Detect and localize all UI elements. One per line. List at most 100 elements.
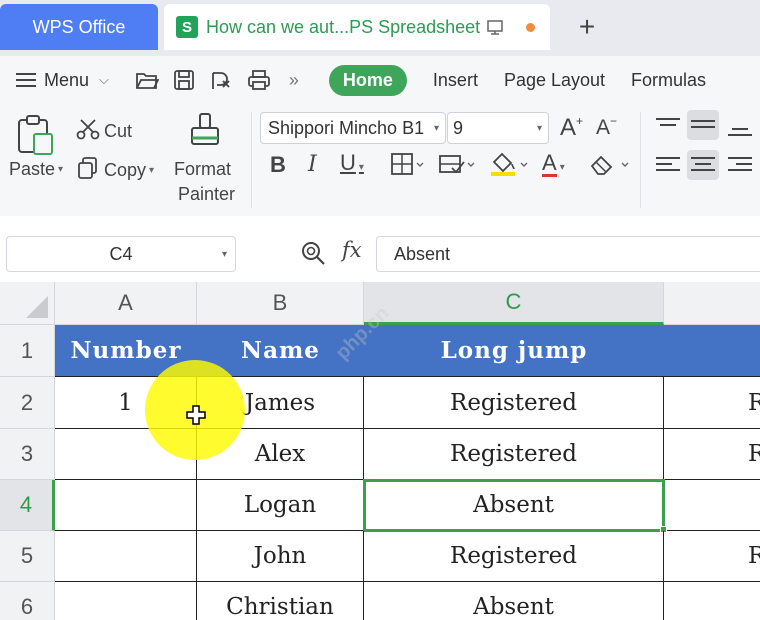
name-box-value: C4	[109, 243, 133, 264]
cell-b5[interactable]: John	[197, 531, 364, 582]
document-title-text: How can we aut...PS Spreadsheet	[206, 16, 481, 37]
formula-bar: C4 ▾ fx Absent	[0, 226, 760, 282]
font-size-value: 9	[453, 117, 464, 138]
print-icon[interactable]	[247, 69, 271, 91]
cell-cursor-icon	[186, 405, 206, 430]
scissors-icon	[76, 118, 100, 145]
underline-label: U	[340, 150, 356, 175]
formula-input[interactable]: Absent	[376, 236, 760, 272]
title-bar: WPS Office S How can we aut...PS Spreads…	[0, 0, 760, 56]
chevron-down-icon: ▾	[536, 122, 542, 134]
monitor-icon[interactable]	[486, 18, 504, 36]
cell-c3[interactable]: Registered	[364, 429, 664, 480]
tab-wps-office[interactable]: WPS Office	[0, 4, 158, 50]
increase-font-button[interactable]: A +	[560, 114, 583, 142]
spreadsheet-grid[interactable]: A B C 1 2 3 4 5 6 Number Name Long jump …	[0, 282, 760, 620]
copy-icon	[78, 157, 98, 184]
row-header-3[interactable]: 3	[0, 429, 55, 480]
insert-function-button[interactable]: fx	[342, 238, 362, 262]
row-header-1[interactable]: 1	[0, 325, 55, 377]
cell-a5[interactable]	[55, 531, 197, 582]
row-header-2[interactable]: 2	[0, 377, 55, 429]
cut-button[interactable]: Cut	[76, 118, 132, 145]
paste-label: Paste	[9, 159, 56, 179]
chevron-down-icon: ▾	[221, 248, 227, 260]
tab-insert[interactable]: Insert	[433, 70, 478, 91]
copy-label: Copy	[104, 160, 147, 180]
cell-d2[interactable]: R	[664, 377, 760, 429]
font-size-select[interactable]: 9 ▾	[447, 112, 549, 144]
ribbon-home: Paste ▾ Cut Copy ▾ Format Painter Shippori…	[0, 104, 760, 216]
row-header-5[interactable]: 5	[0, 531, 55, 582]
cell-d5[interactable]: R	[664, 531, 760, 582]
select-all-corner[interactable]	[0, 282, 55, 325]
chevron-down-icon: ▾	[433, 122, 439, 134]
align-bottom-button[interactable]	[724, 110, 756, 140]
tab-page-layout[interactable]: Page Layout	[504, 70, 605, 91]
increase-font-icon: A	[560, 114, 577, 141]
italic-button[interactable]: I	[308, 152, 317, 177]
cell-d1[interactable]	[664, 325, 760, 377]
new-tab-button[interactable]: +	[570, 10, 604, 44]
column-header-a[interactable]: A	[55, 282, 197, 325]
fill-color-icon[interactable]	[488, 150, 532, 183]
underline-button[interactable]: U ▾	[340, 150, 364, 176]
clear-format-icon[interactable]	[588, 152, 634, 181]
cell-a6[interactable]	[55, 582, 197, 620]
format-painter-label-1[interactable]: Format	[174, 159, 231, 180]
format-painter-label-2[interactable]: Painter	[178, 184, 235, 205]
save-icon[interactable]	[173, 69, 195, 91]
cell-c5[interactable]: Registered	[364, 531, 664, 582]
row-header-4[interactable]: 4	[0, 480, 55, 531]
cell-b4[interactable]: Logan	[197, 480, 364, 531]
align-middle-button[interactable]	[687, 110, 719, 140]
export-icon[interactable]	[209, 69, 233, 91]
decrease-font-button[interactable]: A −	[596, 114, 617, 140]
font-color-button[interactable]: A ▾	[542, 150, 565, 177]
formula-content: Absent	[394, 243, 451, 264]
column-header-b[interactable]: B	[197, 282, 364, 325]
name-box[interactable]: C4 ▾	[6, 236, 236, 272]
open-folder-icon[interactable]	[135, 69, 159, 91]
cell-c4-selected[interactable]: Absent	[363, 479, 665, 532]
copy-button[interactable]: Copy ▾	[78, 157, 154, 184]
cell-c2[interactable]: Registered	[364, 377, 664, 429]
column-header-c[interactable]: C	[364, 282, 664, 325]
align-center-button[interactable]	[687, 150, 719, 180]
align-top-button[interactable]	[652, 110, 684, 140]
spreadsheet-icon: S	[176, 16, 198, 38]
main-menu-button[interactable]: Menu ⌵	[16, 69, 109, 91]
decrease-font-icon: A	[596, 116, 611, 139]
column-header-d[interactable]	[664, 282, 760, 325]
format-painter-icon[interactable]	[188, 112, 222, 157]
cut-label: Cut	[104, 121, 133, 141]
align-right-button[interactable]	[724, 150, 756, 180]
tab-formulas[interactable]: Formulas	[631, 70, 706, 91]
font-name-select[interactable]: Shippori Mincho B1 ▾	[260, 112, 446, 144]
zoom-search-icon[interactable]	[300, 240, 326, 271]
bold-button[interactable]: B	[270, 152, 286, 178]
cell-c6[interactable]: Absent	[364, 582, 664, 620]
align-left-button[interactable]	[652, 150, 684, 180]
more-icon[interactable]: »	[289, 70, 299, 91]
cell-c1[interactable]: Long jump	[364, 325, 664, 377]
menu-label: Menu	[44, 69, 90, 90]
tab-document[interactable]: S How can we aut...PS Spreadsheet	[164, 4, 550, 50]
cell-d6[interactable]	[664, 582, 760, 620]
menu-row: Menu ⌵ » Home Insert Page Layout Formula…	[0, 56, 760, 104]
borders-icon[interactable]	[390, 152, 426, 181]
paste-icon[interactable]	[16, 114, 54, 161]
cell-d3[interactable]: R	[664, 429, 760, 480]
paste-button[interactable]: Paste ▾	[9, 159, 63, 180]
cell-d4[interactable]	[664, 480, 760, 531]
unsaved-dot-icon	[526, 22, 536, 32]
chevron-down-icon: ⌵	[99, 72, 109, 87]
row-header-6[interactable]: 6	[0, 582, 55, 620]
tab-home[interactable]: Home	[328, 64, 407, 96]
cell-format-icon[interactable]	[438, 152, 478, 181]
font-color-icon: A	[542, 150, 557, 177]
hamburger-icon	[16, 69, 36, 91]
cell-a4[interactable]	[55, 480, 197, 531]
cell-b6[interactable]: Christian	[197, 582, 364, 620]
font-name-value: Shippori Mincho B1	[268, 117, 425, 138]
